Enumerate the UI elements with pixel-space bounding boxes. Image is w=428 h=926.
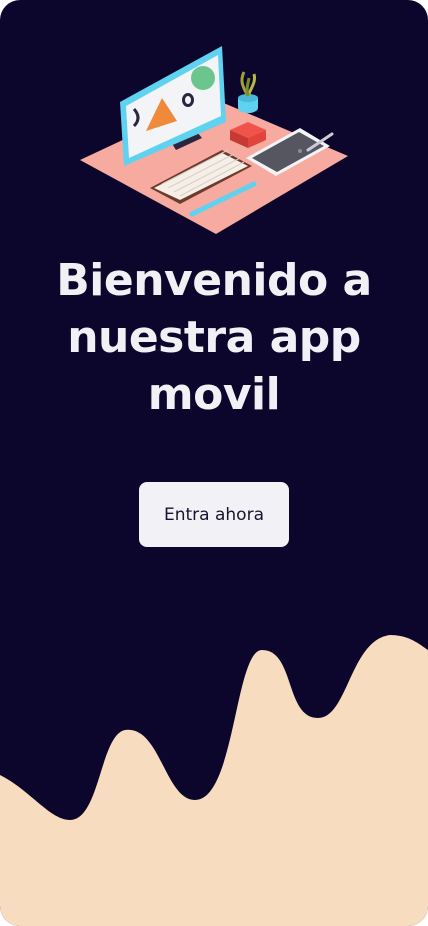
enter-now-button[interactable]: Entra ahora	[139, 482, 289, 547]
welcome-title: Bienvenido a nuestra app movil	[56, 255, 372, 420]
decorative-wave	[0, 635, 428, 926]
welcome-screen: Bienvenido a nuestra app movil Entra aho…	[0, 0, 428, 926]
workspace-illustration	[80, 46, 348, 234]
